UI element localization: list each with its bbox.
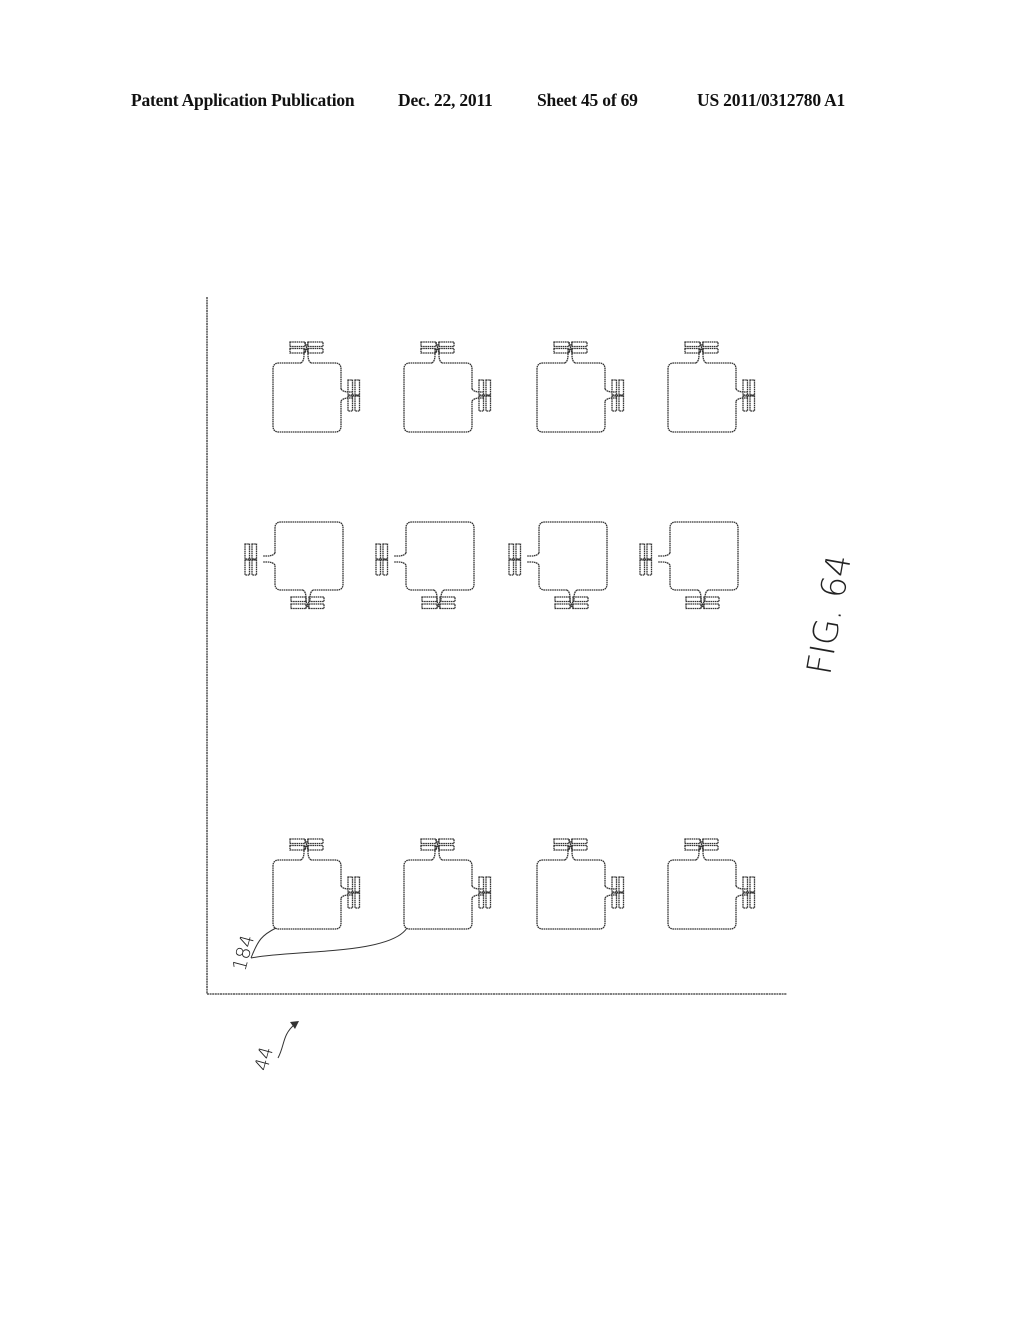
rfid-tag	[375, 521, 475, 610]
reference-numeral-44: 44	[251, 1044, 279, 1073]
tag-grid	[244, 341, 756, 930]
rfid-tag	[536, 838, 625, 930]
figure-label: FIG. 64	[799, 552, 859, 678]
rfid-tag	[403, 341, 492, 433]
rfid-tag	[508, 521, 608, 610]
figure-drawing: 184 44 FIG. 64	[206, 297, 860, 1073]
leader-line-184-b	[250, 927, 408, 959]
rfid-tag	[244, 521, 344, 610]
rfid-tag	[639, 521, 739, 610]
rfid-tag	[403, 838, 492, 930]
rfid-tag	[536, 341, 625, 433]
rfid-tag	[667, 838, 756, 930]
reference-numeral-184: 184	[229, 933, 260, 974]
arrow-44	[277, 1023, 296, 1059]
rfid-tag	[272, 838, 361, 930]
rfid-tag	[667, 341, 756, 433]
rfid-tag	[272, 341, 361, 433]
